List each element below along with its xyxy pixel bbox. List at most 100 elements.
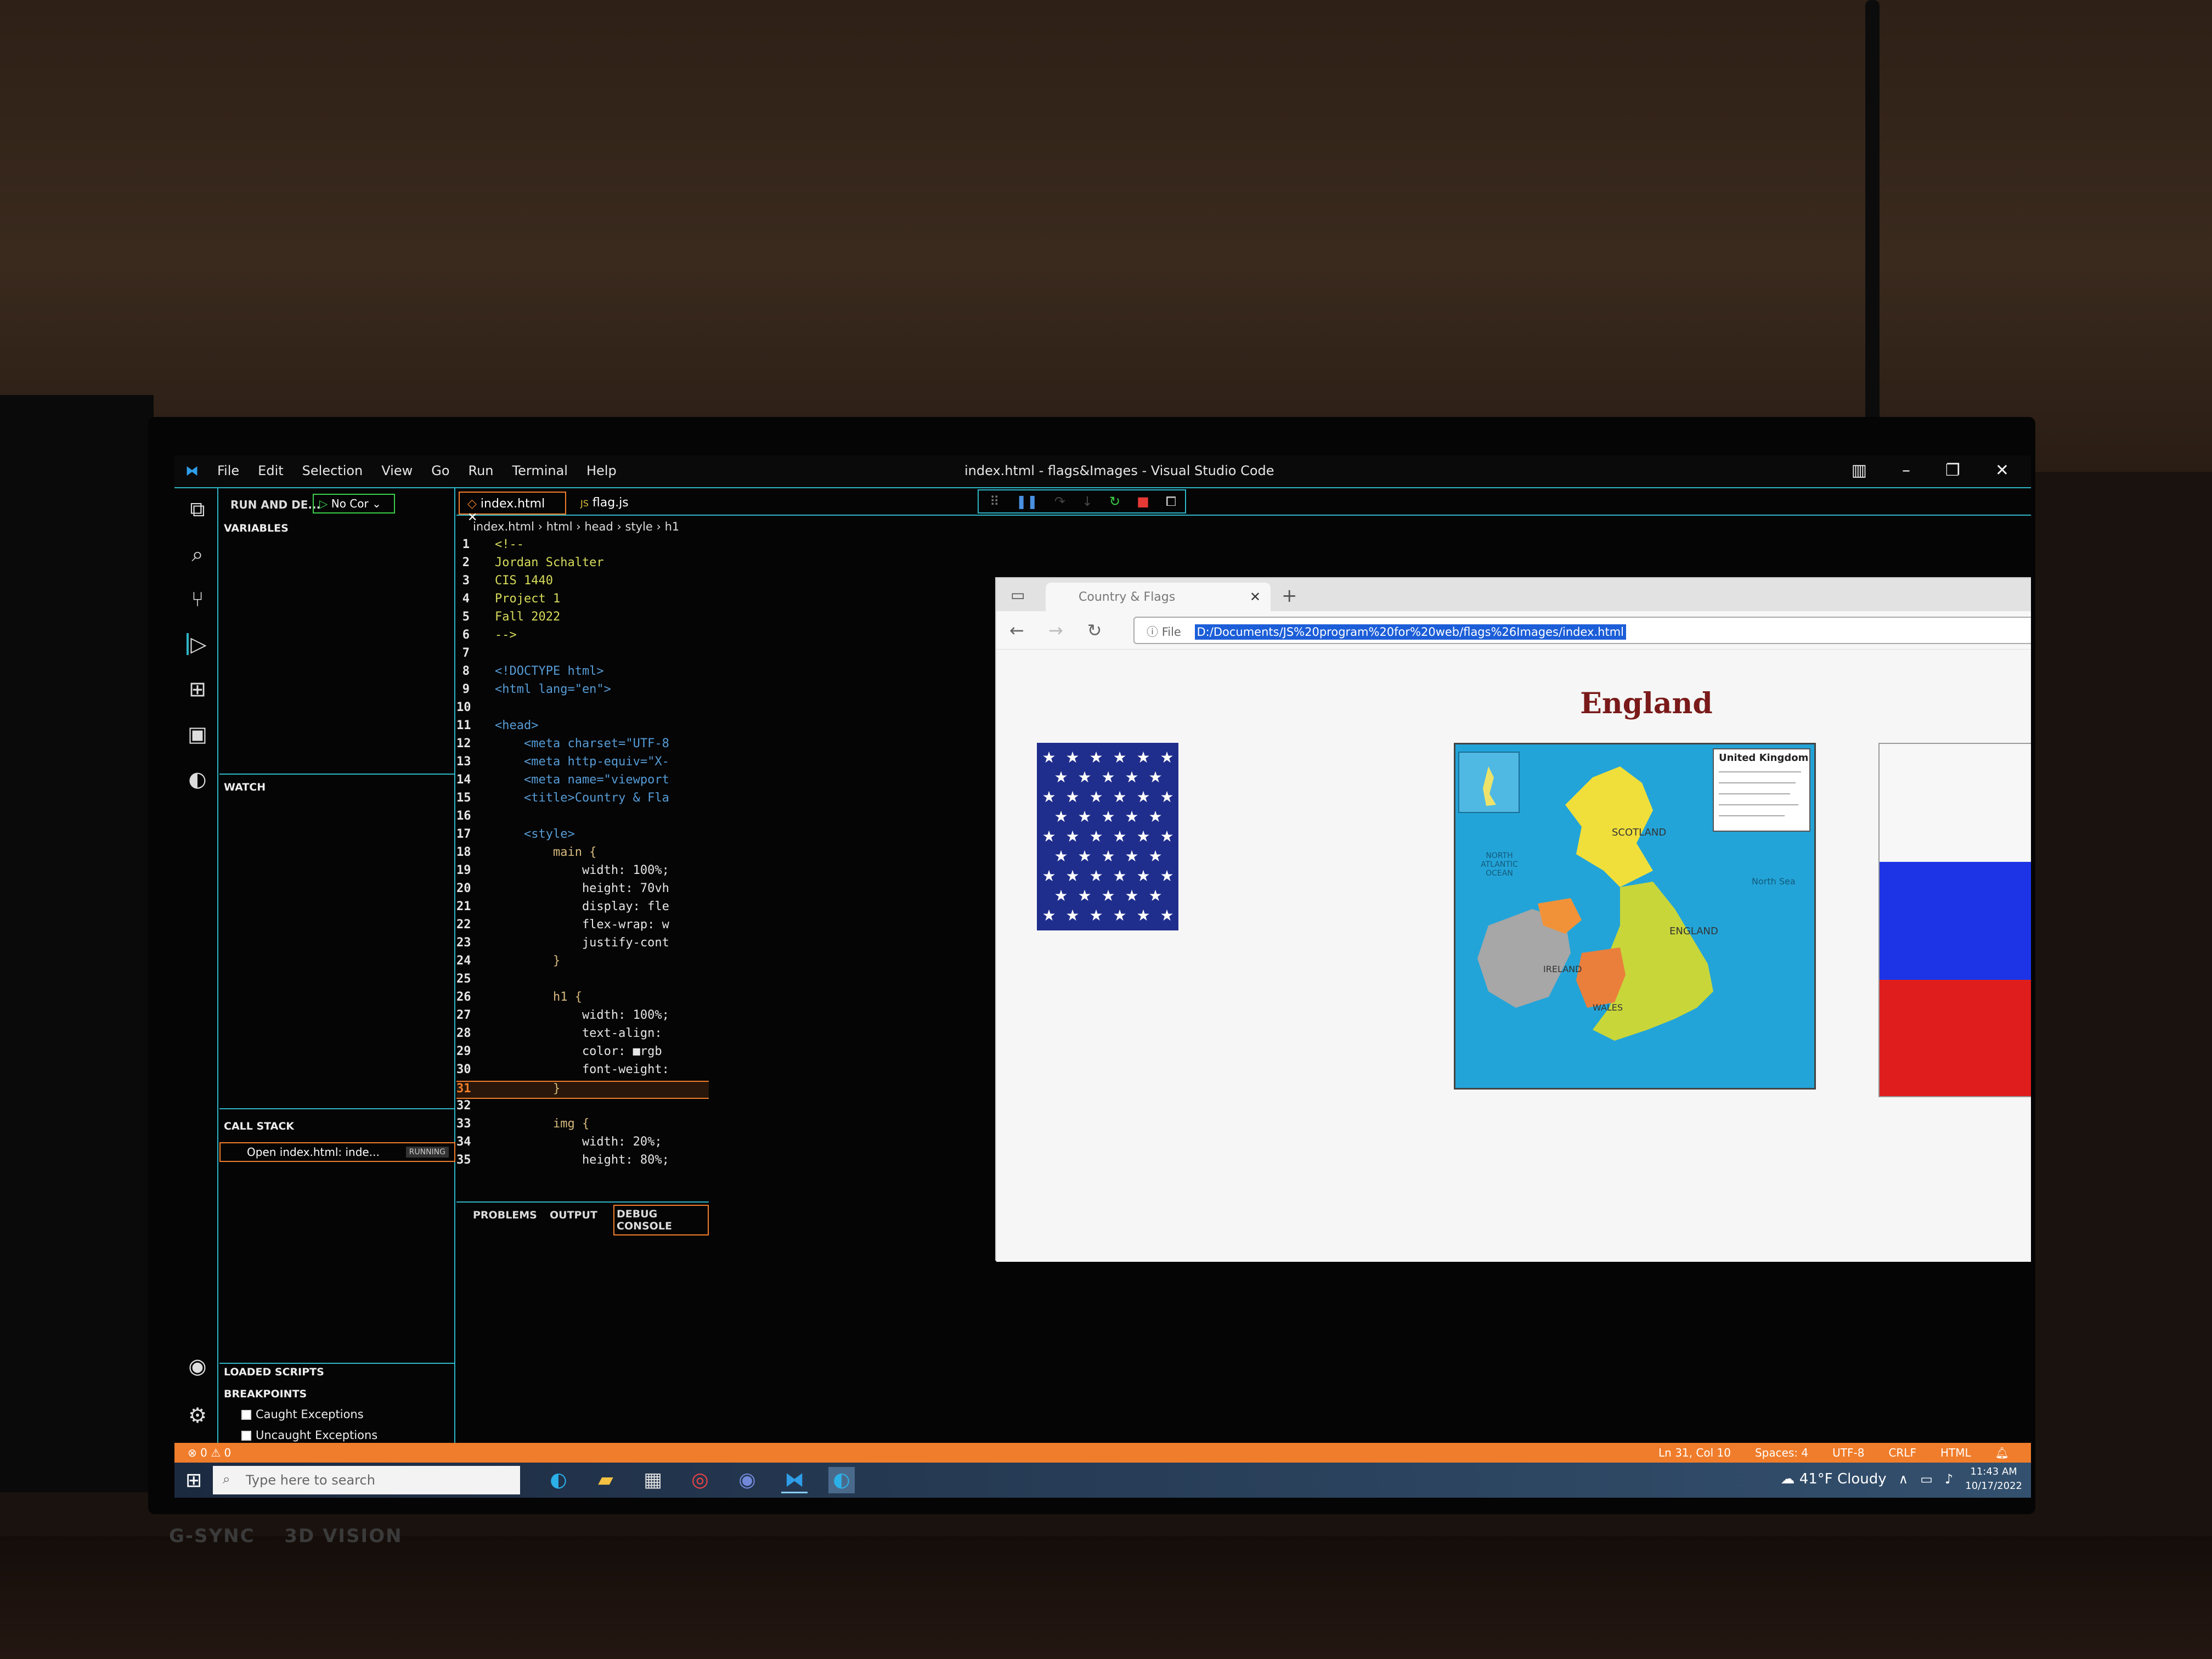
tray-chevron-icon[interactable]: ∧ bbox=[1899, 1471, 1909, 1487]
line-number[interactable]: 12 bbox=[456, 737, 495, 751]
language-mode[interactable]: HTML bbox=[1940, 1446, 1971, 1459]
launch-config-select[interactable]: ▷ No Cor ⌄ bbox=[313, 494, 395, 514]
chrome-icon[interactable]: ◎ bbox=[687, 1467, 713, 1493]
tab-output[interactable]: OUTPUT bbox=[550, 1209, 597, 1221]
line-number[interactable]: 33 bbox=[456, 1117, 495, 1131]
line-number[interactable]: 20 bbox=[456, 882, 495, 895]
us-flag-image[interactable]: ★ ★ ★ ★ ★ ★ ★ ★ ★ ★ ★ ★ ★ ★ ★ ★ ★ ★ ★ ★ ★ ★ ★ ★ ★ ★ ★ ★ ★ ★ ★ ★ ★ ★ ★ ★ ★ ★ ★ ★… bbox=[1037, 743, 1391, 1092]
menu-selection[interactable]: Selection bbox=[302, 463, 363, 478]
edge-devtools-icon[interactable]: ◐ bbox=[187, 768, 208, 790]
menu-edit[interactable]: Edit bbox=[258, 463, 283, 478]
breadcrumb-item[interactable]: h1 bbox=[665, 520, 680, 533]
menu-file[interactable]: File bbox=[217, 463, 239, 478]
call-stack-header[interactable]: CALL STACK bbox=[224, 1120, 294, 1132]
line-number[interactable]: 9 bbox=[456, 682, 495, 696]
clock[interactable]: 11:43 AM 10/17/2022 bbox=[1965, 1465, 2022, 1493]
url-input[interactable]: ⓘ File D:/Documents/JS%20program%20for%2… bbox=[1133, 617, 2031, 644]
russia-flag-image[interactable] bbox=[1878, 743, 2031, 1097]
code-line[interactable]: 13 <meta http-equiv="X- bbox=[456, 755, 709, 773]
code-line[interactable]: 33 img { bbox=[456, 1117, 709, 1135]
code-line[interactable]: 24 } bbox=[456, 954, 709, 972]
explorer-icon[interactable]: ⧉ bbox=[187, 498, 208, 520]
code-line[interactable]: 14 <meta name="viewport bbox=[456, 773, 709, 791]
code-line[interactable]: 19 width: 100%; bbox=[456, 864, 709, 882]
line-number[interactable]: 11 bbox=[456, 719, 495, 732]
line-number[interactable]: 27 bbox=[456, 1008, 495, 1022]
code-line[interactable]: 26 h1 { bbox=[456, 990, 709, 1008]
tab-problems[interactable]: PROBLEMS bbox=[473, 1209, 537, 1221]
code-line[interactable]: 20 height: 70vh bbox=[456, 882, 709, 900]
run-debug-icon[interactable]: ▷ bbox=[187, 633, 208, 655]
edge-icon[interactable]: ◐ bbox=[545, 1467, 572, 1493]
line-number[interactable]: 8 bbox=[456, 664, 495, 678]
code-line[interactable]: 10 bbox=[456, 701, 709, 719]
info-icon[interactable]: ⓘ bbox=[1147, 625, 1158, 639]
cursor-position[interactable]: Ln 31, Col 10 bbox=[1658, 1446, 1731, 1459]
loaded-scripts-header[interactable]: LOADED SCRIPTS bbox=[224, 1366, 324, 1378]
line-number[interactable]: 16 bbox=[456, 809, 495, 823]
line-number[interactable]: 6 bbox=[456, 628, 495, 642]
breakpoints-header[interactable]: BREAKPOINTS bbox=[224, 1388, 307, 1400]
line-number[interactable]: 21 bbox=[456, 900, 495, 913]
code-line[interactable]: 2 Jordan Schalter bbox=[456, 556, 709, 574]
file-explorer-icon[interactable]: ▰ bbox=[592, 1467, 619, 1493]
line-number[interactable]: 18 bbox=[456, 845, 495, 859]
menu-help[interactable]: Help bbox=[586, 463, 617, 478]
problems-count[interactable]: ⊗ 0 ⚠ 0 bbox=[188, 1446, 231, 1459]
breadcrumb-item[interactable]: head bbox=[584, 520, 613, 533]
uk-map-image[interactable]: United Kingdom SCOTLAND ENGLAND WALES IR… bbox=[1454, 743, 1816, 1090]
code-line[interactable]: 8 <!DOCTYPE html> bbox=[456, 664, 709, 682]
code-line[interactable]: 12 <meta charset="UTF-8 bbox=[456, 737, 709, 755]
encoding[interactable]: UTF-8 bbox=[1832, 1446, 1864, 1459]
code-line[interactable]: 6 --> bbox=[456, 628, 709, 646]
code-line[interactable]: 7 bbox=[456, 646, 709, 664]
line-number[interactable]: 7 bbox=[456, 646, 495, 660]
edge-active-icon[interactable]: ◐ bbox=[828, 1467, 855, 1493]
code-line[interactable]: 22 flex-wrap: w bbox=[456, 918, 709, 936]
code-line[interactable]: 3 CIS 1440 bbox=[456, 574, 709, 592]
weather-widget[interactable]: ☁ 41°F Cloudy bbox=[1780, 1471, 1886, 1487]
line-number[interactable]: 22 bbox=[456, 918, 495, 932]
pause-icon[interactable]: ❚❚ bbox=[1016, 494, 1038, 509]
windows-start-icon[interactable]: ⊞ bbox=[185, 1469, 202, 1492]
forward-icon[interactable]: → bbox=[1048, 620, 1063, 641]
play-icon[interactable]: ▷ bbox=[319, 497, 331, 510]
code-line[interactable]: 1 <!-- bbox=[456, 538, 709, 556]
call-stack-item[interactable]: Open index.html: inde... RUNNING bbox=[219, 1142, 455, 1162]
line-number[interactable]: 10 bbox=[456, 701, 495, 714]
code-line[interactable]: 11 <head> bbox=[456, 719, 709, 737]
code-line[interactable]: 18 main { bbox=[456, 845, 709, 864]
extensions-icon[interactable]: ⊞ bbox=[187, 678, 208, 700]
step-into-icon[interactable]: ↓ bbox=[1082, 494, 1093, 509]
minimize-icon[interactable]: – bbox=[1902, 461, 1910, 480]
line-number[interactable]: 13 bbox=[456, 755, 495, 769]
indentation[interactable]: Spaces: 4 bbox=[1755, 1446, 1808, 1459]
line-number[interactable]: 4 bbox=[456, 592, 495, 606]
menu-run[interactable]: Run bbox=[469, 463, 494, 478]
close-icon[interactable]: ✕ bbox=[1250, 589, 1261, 605]
breadcrumb-item[interactable]: index.html bbox=[473, 520, 534, 533]
stop-icon[interactable]: ■ bbox=[1137, 494, 1149, 509]
code-line[interactable]: 35 height: 80%; bbox=[456, 1153, 709, 1171]
menu-terminal[interactable]: Terminal bbox=[512, 463, 568, 478]
accounts-icon[interactable]: ◉ bbox=[187, 1355, 208, 1377]
code-line[interactable]: 17 <style> bbox=[456, 827, 709, 845]
tab-index-html[interactable]: ◇ index.html ✕ bbox=[459, 492, 566, 524]
line-ending[interactable]: CRLF bbox=[1888, 1446, 1916, 1459]
bp-uncaught-exceptions[interactable]: Uncaught Exceptions bbox=[241, 1429, 377, 1442]
code-line[interactable]: 25 bbox=[456, 972, 709, 990]
code-line[interactable]: 4 Project 1 bbox=[456, 592, 709, 610]
code-line[interactable]: 34 width: 20%; bbox=[456, 1135, 709, 1153]
code-line[interactable]: 9 <html lang="en"> bbox=[456, 682, 709, 701]
network-icon[interactable]: ▭ bbox=[1920, 1471, 1933, 1487]
store-icon[interactable]: ▦ bbox=[640, 1467, 666, 1493]
tab-actions-icon[interactable]: ▭ bbox=[1011, 586, 1025, 604]
line-number[interactable]: 32 bbox=[456, 1099, 495, 1113]
code-line[interactable]: 21 display: fle bbox=[456, 900, 709, 918]
line-number[interactable]: 17 bbox=[456, 827, 495, 841]
restore-icon[interactable]: ❐ bbox=[1945, 461, 1960, 480]
code-line[interactable]: 31 } bbox=[456, 1081, 709, 1099]
watch-header[interactable]: WATCH bbox=[224, 781, 266, 793]
code-line[interactable]: 16 bbox=[456, 809, 709, 827]
breadcrumb-item[interactable]: html bbox=[546, 520, 573, 533]
